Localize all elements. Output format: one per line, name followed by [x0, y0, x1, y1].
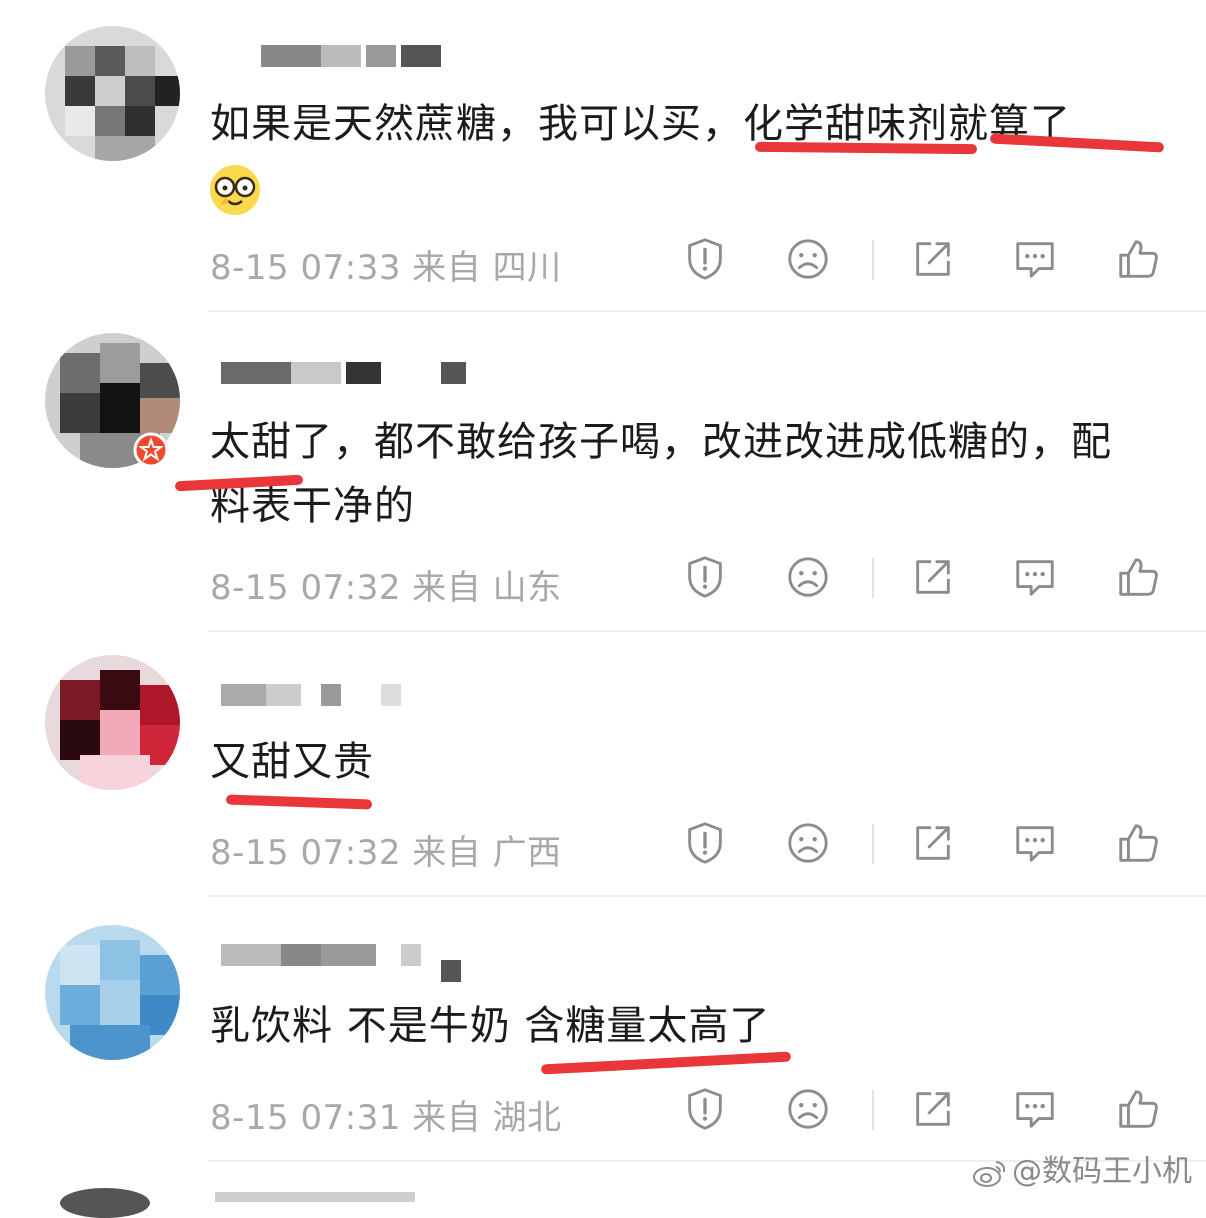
comment-text-content: 太甜了，都不敢给孩子喝，改进改进成低糖的，配料表干净的 — [210, 419, 1112, 529]
comment-location: 四川 — [492, 248, 562, 288]
dislike-icon[interactable] — [785, 236, 835, 286]
report-icon[interactable] — [682, 1086, 732, 1136]
comment-time: 8-15 07:32 — [210, 833, 401, 873]
share-icon[interactable] — [910, 820, 960, 870]
watermark: @数码王小机 — [972, 1146, 1192, 1190]
username-blurred[interactable] — [216, 45, 466, 75]
share-icon[interactable] — [910, 1086, 960, 1136]
username-blurred[interactable] — [216, 684, 466, 714]
highlight-underline — [225, 794, 373, 810]
reply-icon[interactable] — [1012, 1086, 1062, 1136]
avatar[interactable] — [45, 925, 180, 1060]
dislike-icon[interactable] — [785, 554, 835, 604]
comment-location: 广西 — [492, 833, 562, 873]
glasses-face-emoji-icon — [210, 165, 260, 215]
comment-location: 山东 — [492, 568, 562, 608]
comment-divider — [208, 310, 1206, 312]
avatar[interactable] — [60, 1188, 150, 1218]
like-icon[interactable] — [1115, 1086, 1165, 1136]
report-icon[interactable] — [682, 820, 732, 870]
comment-meta: 8-15 07:32 来自 山东 — [210, 560, 562, 609]
comment-text: 太甜了，都不敢给孩子喝，改进改进成低糖的，配料表干净的 — [210, 410, 1146, 538]
report-icon[interactable] — [682, 554, 732, 604]
action-bar — [680, 236, 1160, 286]
comment-meta: 8-15 07:33 来自 四川 — [210, 240, 562, 289]
comment-divider — [208, 630, 1206, 632]
action-bar — [680, 554, 1160, 604]
comment-text-content: 又甜又贵 — [210, 739, 374, 785]
comment-text-content: 如果是天然蔗糖，我可以买，化学甜味剂就算了 — [210, 101, 1071, 147]
reply-icon[interactable] — [1012, 554, 1062, 604]
dislike-icon[interactable] — [785, 820, 835, 870]
comment-text: 乳饮料 不是牛奶 含糖量太高了 — [210, 994, 1146, 1058]
divider — [872, 824, 874, 864]
username-blurred[interactable] — [216, 362, 466, 392]
action-bar — [680, 820, 1160, 870]
like-icon[interactable] — [1115, 820, 1165, 870]
comment-text: 又甜又贵 — [210, 730, 1146, 794]
comment-meta: 8-15 07:32 来自 广西 — [210, 825, 562, 874]
comment-divider — [208, 895, 1206, 897]
reply-icon[interactable] — [1012, 820, 1062, 870]
comment-from-label: 来自 — [412, 568, 482, 608]
comment-from-label: 来自 — [412, 248, 482, 288]
comment-time: 8-15 07:31 — [210, 1098, 401, 1138]
action-bar — [680, 1086, 1160, 1136]
divider — [872, 240, 874, 280]
comment-text-content: 乳饮料 不是牛奶 含糖量太高了 — [210, 1003, 771, 1049]
verified-badge-icon — [133, 432, 169, 468]
avatar[interactable] — [45, 655, 180, 790]
report-icon[interactable] — [682, 236, 732, 286]
comment-time: 8-15 07:32 — [210, 568, 401, 608]
like-icon[interactable] — [1115, 554, 1165, 604]
divider — [872, 558, 874, 598]
watermark-text: @数码王小机 — [1012, 1154, 1192, 1189]
comment-location: 湖北 — [492, 1098, 562, 1138]
comment-time: 8-15 07:33 — [210, 248, 401, 288]
avatar[interactable] — [45, 26, 180, 161]
dislike-icon[interactable] — [785, 1086, 835, 1136]
comment-meta: 8-15 07:31 来自 湖北 — [210, 1090, 562, 1139]
username-blurred[interactable] — [216, 944, 466, 982]
comment-text: 如果是天然蔗糖，我可以买，化学甜味剂就算了 — [210, 92, 1146, 220]
like-icon[interactable] — [1115, 236, 1165, 286]
share-icon[interactable] — [910, 236, 960, 286]
comment-from-label: 来自 — [412, 1098, 482, 1138]
username-blurred — [215, 1192, 415, 1202]
comment-from-label: 来自 — [412, 833, 482, 873]
weibo-logo-icon — [973, 1160, 1006, 1187]
share-icon[interactable] — [910, 554, 960, 604]
reply-icon[interactable] — [1012, 236, 1062, 286]
divider — [872, 1090, 874, 1130]
